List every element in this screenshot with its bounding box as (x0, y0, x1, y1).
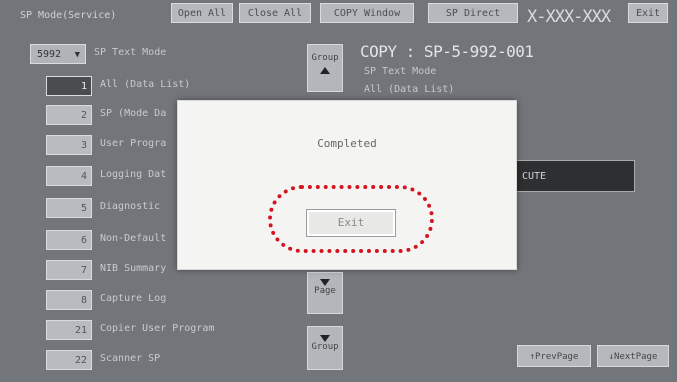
sp-number-value: 5992 (37, 49, 62, 60)
page-label: Page (314, 286, 336, 296)
prev-page-button[interactable]: ↑PrevPage (517, 345, 591, 367)
sp-direct-button[interactable]: SP Direct (428, 3, 518, 23)
item-number: 1 (46, 76, 92, 96)
mode-label: SP Mode(Service) (20, 10, 117, 21)
item-number: 7 (46, 260, 92, 280)
item-number: 21 (46, 320, 92, 340)
list-item[interactable]: 8 Capture Log (46, 290, 296, 310)
arrow-down-icon (320, 279, 330, 286)
close-all-button[interactable]: Close All (239, 3, 311, 23)
copy-window-button[interactable]: COPY Window (320, 3, 414, 23)
sp-mode-screen: SP Mode(Service) Open All Close All COPY… (0, 0, 677, 382)
item-label: NIB Summary (100, 263, 167, 274)
highlight-circle (268, 185, 434, 253)
item-label: Non-Default (100, 233, 167, 244)
item-label: SP (Mode Da (100, 108, 167, 119)
open-all-button[interactable]: Open All (171, 3, 233, 23)
dialog-message: Completed (317, 137, 377, 150)
sp-code-title: COPY : SP-5-992-001 (360, 42, 534, 61)
item-number: 22 (46, 350, 92, 370)
arrow-down-icon (320, 335, 330, 342)
group-up-label: Group (311, 53, 339, 63)
sp-subtitle-2: All (Data List) (364, 84, 455, 95)
sp-number-select[interactable]: 5992 ▼ (30, 44, 86, 64)
item-label: All (Data List) (100, 79, 191, 90)
group-up-button[interactable]: Group (307, 44, 343, 92)
arrow-up-icon (320, 67, 330, 74)
next-page-button[interactable]: ↓NextPage (597, 345, 669, 367)
item-label: Diagnostic (100, 201, 161, 212)
list-item[interactable]: 1 All (Data List) (46, 76, 296, 96)
item-number: 8 (46, 290, 92, 310)
chevron-down-icon: ▼ (74, 50, 80, 60)
item-number: 5 (46, 198, 92, 218)
group-down-button[interactable]: Group (307, 326, 343, 370)
item-label: Scanner SP (100, 353, 161, 364)
mode-title: SP Text Mode (94, 47, 167, 58)
model-number: X-XXX-XXX (527, 7, 611, 27)
item-number: 4 (46, 166, 92, 186)
group-down-label: Group (311, 342, 339, 352)
sp-subtitle: SP Text Mode (364, 66, 437, 77)
item-label: User Progra (100, 138, 167, 149)
item-number: 6 (46, 230, 92, 250)
page-down-button[interactable]: Page (307, 272, 343, 314)
item-label: Logging Dat (100, 169, 167, 180)
execute-button[interactable]: CUTE (515, 160, 635, 192)
item-label: Copier User Program (100, 323, 215, 334)
exit-top-button[interactable]: Exit (628, 3, 668, 23)
item-number: 3 (46, 135, 92, 155)
item-label: Capture Log (100, 293, 167, 304)
item-number: 2 (46, 105, 92, 125)
list-item[interactable]: 22 Scanner SP (46, 350, 296, 370)
list-item[interactable]: 21 Copier User Program (46, 320, 296, 340)
